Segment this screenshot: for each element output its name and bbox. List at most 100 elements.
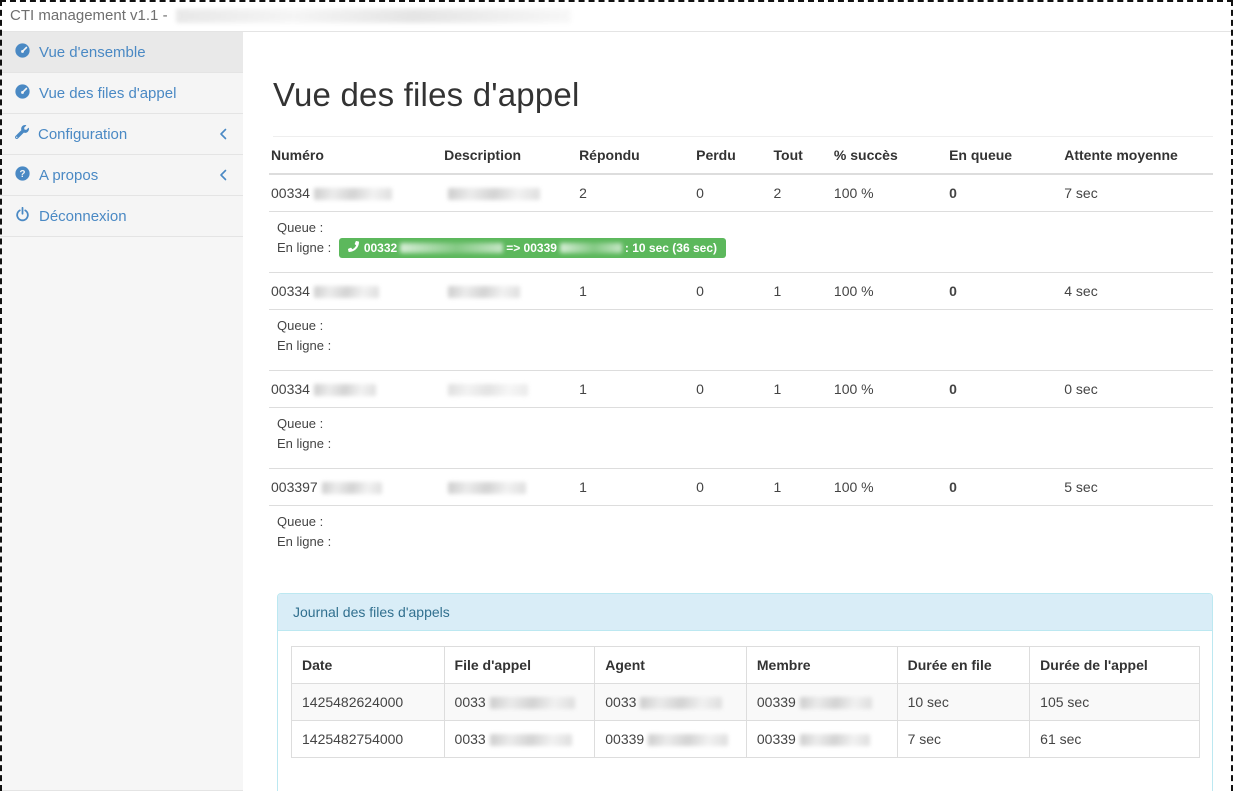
chevron-left-icon xyxy=(218,168,228,182)
queue-row: 003397 1 0 1 100 % 0 5 sec xyxy=(269,469,1213,506)
phone-icon xyxy=(348,241,364,255)
col-header-date: Date xyxy=(292,647,445,684)
col-header-succes: % succès xyxy=(826,137,941,174)
sidebar-item-label: Vue des files d'appel xyxy=(39,85,176,102)
perdu-value: 0 xyxy=(688,174,765,212)
redacted-description xyxy=(448,286,520,298)
app-body: Vue d'ensemble Vue des files d'appel Con… xyxy=(0,32,1233,791)
queue-row: 00334 2 0 2 100 % 0 7 sec xyxy=(269,174,1213,212)
en-queue-value: 0 xyxy=(941,469,1056,506)
en-queue-value: 0 xyxy=(941,273,1056,310)
journal-membre: 00339 xyxy=(757,694,796,710)
redacted-membre xyxy=(800,734,870,746)
perdu-value: 0 xyxy=(688,371,765,408)
col-header-duree-en-file: Durée en file xyxy=(897,647,1030,684)
cti-app: CTI management v1.1 - Vue d'ensemble Vue… xyxy=(0,0,1233,791)
queue-number: 00334 xyxy=(271,185,310,201)
redacted-caller xyxy=(400,243,503,253)
col-header-attente-moyenne: Attente moyenne xyxy=(1056,137,1213,174)
en-queue-value: 0 xyxy=(941,371,1056,408)
tout-value: 1 xyxy=(766,273,826,310)
journal-duree-appel: 105 sec xyxy=(1030,684,1200,721)
tout-value: 1 xyxy=(766,469,826,506)
col-header-numero: Numéro xyxy=(269,137,436,174)
col-header-membre: Membre xyxy=(746,647,897,684)
main-content: Vue des files d'appel Numéro Description… xyxy=(243,32,1233,791)
online-label: En ligne : xyxy=(277,240,331,255)
col-header-agent: Agent xyxy=(595,647,747,684)
redacted-number xyxy=(314,188,392,200)
tout-value: 1 xyxy=(766,371,826,408)
svg-text:?: ? xyxy=(19,168,25,179)
redacted-number xyxy=(322,482,382,494)
col-header-tout: Tout xyxy=(766,137,826,174)
journal-membre: 00339 xyxy=(757,731,796,747)
queue-number: 003397 xyxy=(271,479,318,495)
queue-row-details: Queue : En ligne : xyxy=(269,310,1213,371)
journal-agent: 00339 xyxy=(605,731,644,747)
perdu-value: 0 xyxy=(688,273,765,310)
sidebar-item-vue-des-files-dappel[interactable]: Vue des files d'appel xyxy=(0,73,243,114)
gauge-icon xyxy=(15,84,30,103)
redacted-agent xyxy=(640,697,722,709)
queue-label: Queue : xyxy=(277,414,1205,434)
queue-number: 00334 xyxy=(271,381,310,397)
repondu-value: 1 xyxy=(571,371,688,408)
badge-duration: : 10 sec (36 sec) xyxy=(625,241,717,255)
redacted-file xyxy=(490,734,572,746)
redacted-file xyxy=(490,697,575,709)
journal-panel-title: Journal des files d'appels xyxy=(278,594,1212,631)
redacted-description xyxy=(448,188,540,200)
queue-label: Queue : xyxy=(277,512,1205,532)
sidebar-item-deconnexion[interactable]: Déconnexion xyxy=(0,196,243,237)
queue-number: 00334 xyxy=(271,283,310,299)
succes-value: 100 % xyxy=(826,174,941,212)
perdu-value: 0 xyxy=(688,469,765,506)
col-header-en-queue: En queue xyxy=(941,137,1056,174)
question-circle-icon: ? xyxy=(15,166,30,185)
journal-duree-appel: 61 sec xyxy=(1030,721,1200,758)
attente-value: 0 sec xyxy=(1056,371,1213,408)
journal-duree-file: 7 sec xyxy=(897,721,1030,758)
sidebar-item-label: A propos xyxy=(39,167,98,184)
queue-label: Queue : xyxy=(277,218,1205,238)
journal-duree-file: 10 sec xyxy=(897,684,1030,721)
badge-bridge: => 00339 xyxy=(506,241,557,255)
journal-agent: 0033 xyxy=(605,694,636,710)
journal-file: 0033 xyxy=(455,731,486,747)
col-header-description: Description xyxy=(436,137,571,174)
col-header-file-dappel: File d'appel xyxy=(444,647,595,684)
repondu-value: 1 xyxy=(571,469,688,506)
journal-panel: Journal des files d'appels Date File d'a… xyxy=(277,593,1213,791)
active-call-badge: 00332 => 00339 : 10 sec (36 sec) xyxy=(339,238,726,258)
redacted-number xyxy=(314,286,379,298)
power-icon xyxy=(15,207,30,226)
journal-file: 0033 xyxy=(455,694,486,710)
queue-row-details: Queue : En ligne : 00332 => 00339 : 10 s… xyxy=(269,212,1213,273)
journal-date: 1425482754000 xyxy=(292,721,445,758)
sidebar-item-label: Vue d'ensemble xyxy=(39,44,146,61)
queue-row-details: Queue : En ligne : xyxy=(269,506,1213,567)
col-header-repondu: Répondu xyxy=(571,137,688,174)
journal-header-row: Date File d'appel Agent Membre Durée en … xyxy=(292,647,1200,684)
journal-table: Date File d'appel Agent Membre Durée en … xyxy=(291,646,1200,758)
attente-value: 5 sec xyxy=(1056,469,1213,506)
sidebar: Vue d'ensemble Vue des files d'appel Con… xyxy=(0,32,243,791)
sidebar-item-label: Configuration xyxy=(38,126,127,143)
journal-row: 1425482754000 0033 00339 00339 7 sec 61 … xyxy=(292,721,1200,758)
succes-value: 100 % xyxy=(826,469,941,506)
gauge-icon xyxy=(15,43,30,62)
redacted-membre xyxy=(800,697,872,709)
col-header-perdu: Perdu xyxy=(688,137,765,174)
journal-panel-body: Date File d'appel Agent Membre Durée en … xyxy=(278,631,1212,791)
redacted-callee xyxy=(560,243,622,253)
redacted-number xyxy=(314,384,376,396)
repondu-value: 2 xyxy=(571,174,688,212)
en-queue-value: 0 xyxy=(941,174,1056,212)
queue-label: Queue : xyxy=(277,316,1205,336)
app-title: CTI management v1.1 - xyxy=(10,7,168,24)
sidebar-item-a-propos[interactable]: ? A propos xyxy=(0,155,243,196)
sidebar-item-configuration[interactable]: Configuration xyxy=(0,114,243,155)
sidebar-item-vue-densemble[interactable]: Vue d'ensemble xyxy=(0,32,243,73)
journal-date: 1425482624000 xyxy=(292,684,445,721)
